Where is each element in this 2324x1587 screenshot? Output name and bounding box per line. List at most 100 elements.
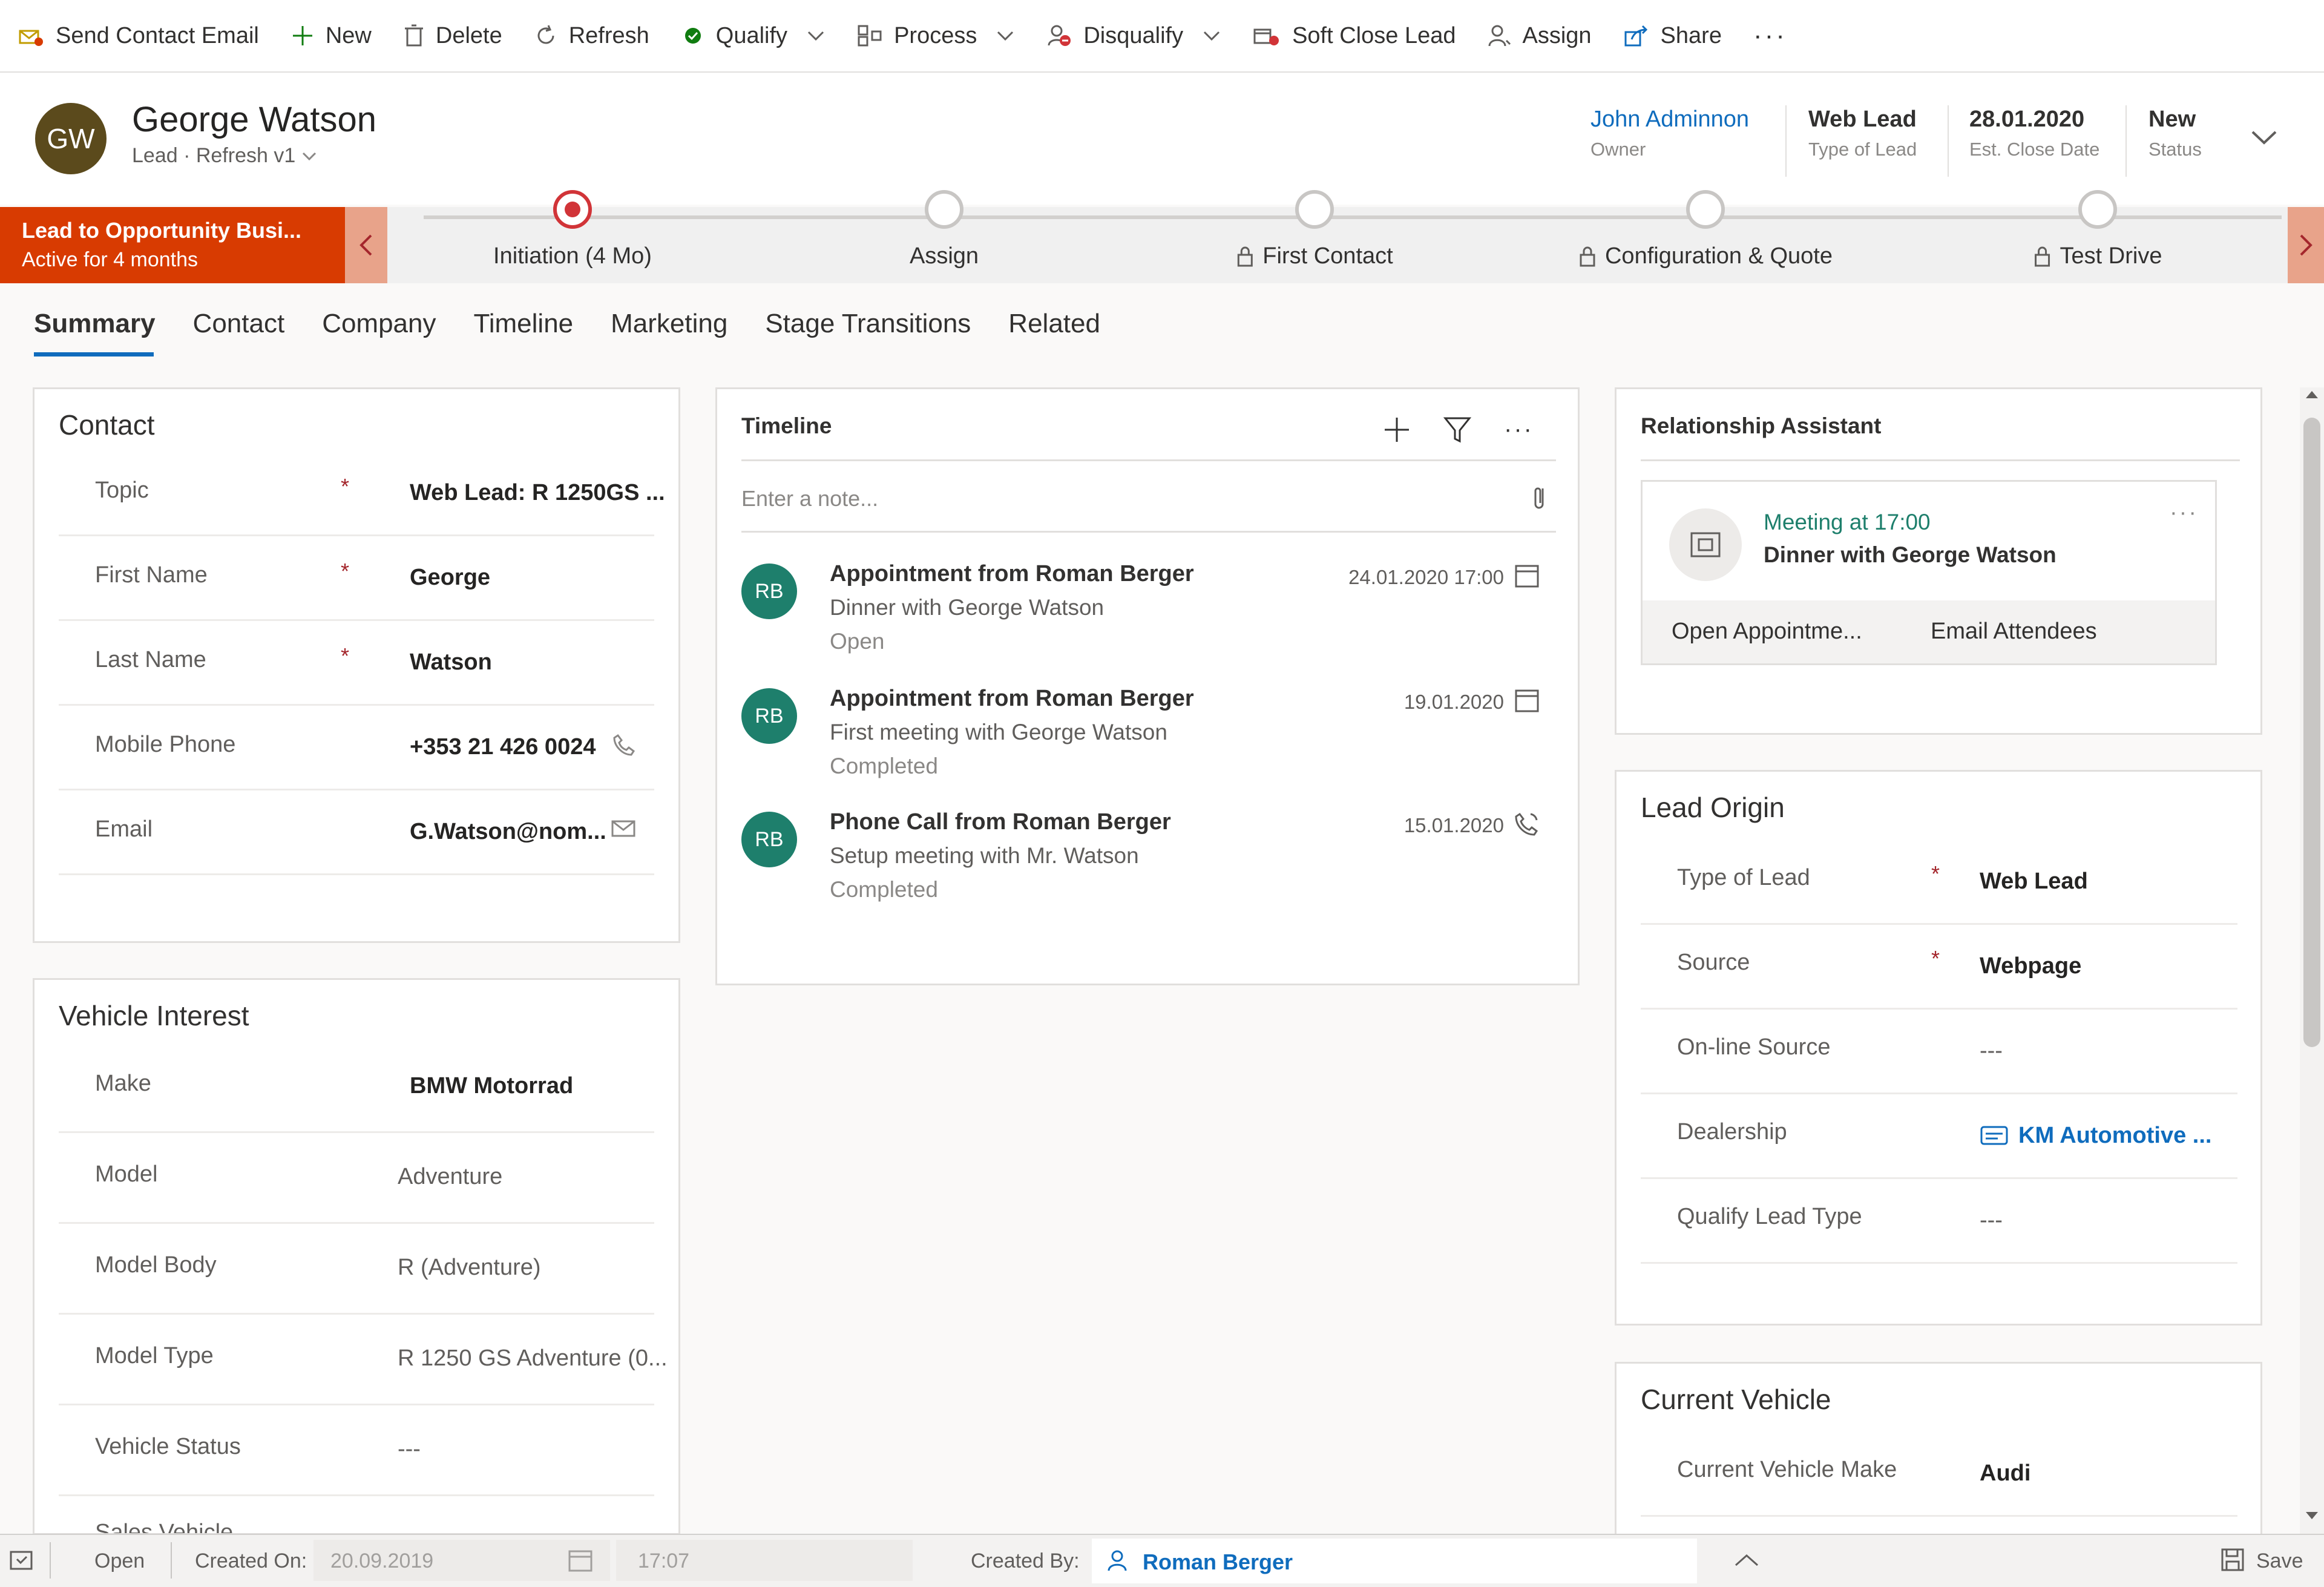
assistant-card[interactable]: Meeting at 17:00 Dinner with George Wats… [1641, 480, 2217, 665]
disqualify-button[interactable]: Disqualify [1030, 0, 1236, 71]
tab-related[interactable]: Related [1008, 309, 1100, 339]
field-mobile-phone[interactable]: Mobile Phone +353 21 426 0024 [59, 704, 654, 790]
field-type-of-lead[interactable]: Type of Lead * Web Lead [1641, 838, 2237, 925]
save-icon[interactable] [2220, 1547, 2245, 1572]
expand-header-chevron-icon[interactable] [2249, 128, 2279, 146]
form-tabs: Summary Contact Company Timeline Marketi… [34, 309, 1100, 339]
owner-field[interactable]: John Adminnon Owner [1590, 107, 1749, 160]
divider [50, 1542, 51, 1579]
chevron-left-icon [359, 233, 373, 257]
command-bar: Send Contact Email New Delete Refresh Qu… [0, 0, 2324, 73]
previous-stage-button[interactable] [345, 207, 387, 283]
created-by-field[interactable]: Roman Berger [1092, 1539, 1697, 1583]
process-icon [856, 24, 883, 48]
avatar: RB [741, 812, 797, 867]
tab-stage-transitions[interactable]: Stage Transitions [765, 309, 971, 339]
share-icon [1623, 24, 1650, 48]
chevron-down-icon[interactable] [807, 30, 825, 42]
section-title: Contact [59, 409, 155, 441]
calendar-icon [1514, 687, 1540, 714]
form-selector[interactable]: Lead · Refresh v1 [132, 144, 317, 168]
avatar: RB [741, 564, 797, 619]
avatar: RB [741, 688, 797, 744]
meeting-icon [1669, 508, 1742, 581]
scroll-down-icon[interactable] [2305, 1511, 2319, 1520]
field-model[interactable]: Model Adventure [59, 1131, 654, 1224]
process-name-flag[interactable]: Lead to Opportunity Busi... Active for 4… [0, 207, 345, 283]
scroll-up-icon[interactable] [2305, 390, 2319, 399]
tab-summary[interactable]: Summary [34, 309, 156, 339]
refresh-button[interactable]: Refresh [518, 0, 665, 71]
tab-contact[interactable]: Contact [193, 309, 285, 339]
open-in-new-window-icon[interactable] [8, 1547, 35, 1574]
field-online-source[interactable]: On-line Source --- [1641, 1008, 2237, 1094]
field-sales-vehicle[interactable]: Sales Vehicle --- [59, 1494, 654, 1533]
field-model-type[interactable]: Model Type R 1250 GS Adventure (0... [59, 1313, 668, 1405]
filter-icon[interactable] [1442, 415, 1472, 445]
field-source[interactable]: Source * Webpage [1641, 923, 2237, 1010]
field-topic[interactable]: Topic * Web Lead: R 1250GS ... [59, 450, 665, 536]
section-title: Relationship Assistant [1641, 413, 1882, 438]
soft-close-lead-button[interactable]: Soft Close Lead [1236, 0, 1471, 71]
attachment-icon[interactable] [1531, 482, 1549, 513]
stage-circle-icon [2078, 190, 2117, 229]
email-icon [18, 24, 45, 48]
calendar-icon[interactable] [568, 1548, 593, 1572]
qualify-button[interactable]: Qualify [665, 0, 841, 71]
field-vehicle-status[interactable]: Vehicle Status --- [59, 1404, 654, 1496]
email-attendees-link[interactable]: Email Attendees [1931, 619, 2097, 645]
field-email[interactable]: Email G.Watson@nom... [59, 789, 654, 875]
relationship-assistant-section: Relationship Assistant Meeting at 17:00 … [1615, 387, 2262, 735]
note-input[interactable]: Enter a note... [741, 463, 1556, 530]
tab-company[interactable]: Company [322, 309, 436, 339]
created-on-field[interactable]: 20.09.2019 [313, 1540, 610, 1581]
tab-marketing[interactable]: Marketing [611, 309, 727, 339]
open-appointment-link[interactable]: Open Appointme... [1672, 619, 1862, 645]
timeline-more-icon[interactable]: ··· [1504, 416, 1534, 443]
divider [171, 1542, 172, 1579]
business-process-flow: Lead to Opportunity Busi... Active for 4… [0, 190, 2324, 283]
field-first-name[interactable]: First Name * George [59, 534, 654, 621]
email-icon[interactable] [611, 818, 636, 840]
add-activity-icon[interactable] [1382, 415, 1412, 445]
stage-circle-icon [925, 190, 963, 229]
chevron-down-icon[interactable] [1203, 30, 1221, 42]
divider [741, 531, 1556, 533]
field-dealership[interactable]: Dealership KM Automotive ... [1641, 1092, 2237, 1179]
share-button[interactable]: Share [1607, 0, 1738, 71]
status-bar: Open Created On: 20.09.2019 17:07 Create… [0, 1534, 2324, 1587]
chevron-up-icon[interactable] [1733, 1553, 1760, 1568]
trash-icon [403, 24, 425, 48]
created-time-field[interactable]: 17:07 [616, 1540, 913, 1581]
field-qualify-lead-type[interactable]: Qualify Lead Type --- [1641, 1177, 2237, 1264]
process-line [424, 215, 2282, 219]
field-last-name[interactable]: Last Name * Watson [59, 619, 654, 706]
contact-section: Contact Topic * Web Lead: R 1250GS ... F… [33, 387, 680, 943]
process-button[interactable]: Process [841, 0, 1030, 71]
vehicle-interest-section: Vehicle Interest Make BMW Motorrad Model… [33, 978, 680, 1535]
scrollbar-thumb[interactable] [2303, 418, 2320, 1047]
new-button[interactable]: New [275, 0, 387, 71]
person-icon [1105, 1548, 1129, 1572]
chevron-down-icon[interactable] [996, 30, 1014, 42]
more-commands-button[interactable]: ··· [1738, 0, 1803, 71]
assign-button[interactable]: Assign [1471, 0, 1607, 71]
record-status: Open [94, 1549, 145, 1572]
save-button[interactable]: Save [2256, 1549, 2303, 1573]
field-current-vehicle-make[interactable]: Current Vehicle Make Audi [1641, 1430, 2237, 1517]
assistant-more-icon[interactable]: ··· [2170, 500, 2198, 526]
next-stage-button[interactable] [2288, 207, 2324, 283]
field-model-body[interactable]: Model Body R (Adventure) [59, 1222, 654, 1315]
stage-circle-icon [1295, 190, 1334, 229]
divider [1948, 105, 1949, 177]
delete-button[interactable]: Delete [387, 0, 518, 71]
field-make[interactable]: Make BMW Motorrad [59, 1040, 654, 1133]
avatar: GW [35, 103, 107, 174]
disqualify-icon [1046, 22, 1072, 49]
divider [2125, 105, 2127, 177]
tab-timeline[interactable]: Timeline [474, 309, 574, 339]
send-contact-email-button[interactable]: Send Contact Email [0, 0, 275, 71]
lock-icon [2034, 245, 2052, 268]
plus-icon [290, 24, 315, 48]
phone-icon[interactable] [612, 733, 636, 757]
